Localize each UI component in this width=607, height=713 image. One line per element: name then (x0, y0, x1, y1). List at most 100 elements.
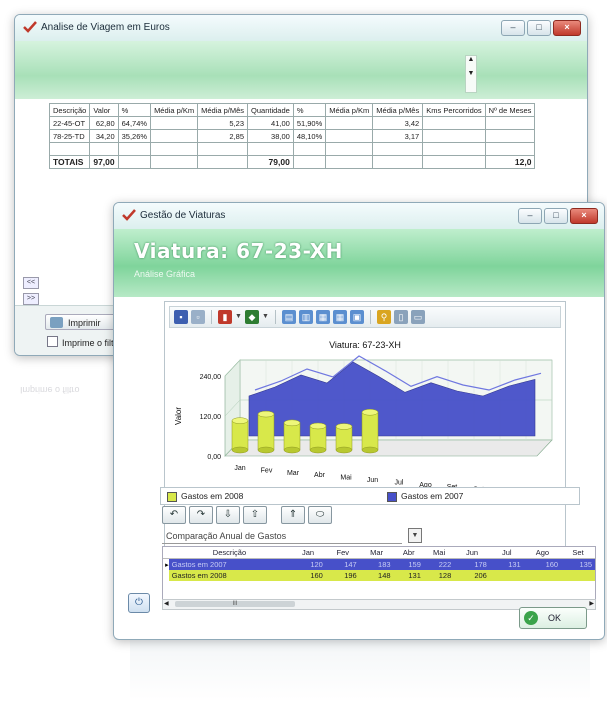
series-2008-cylinder-top (231, 417, 249, 424)
checkbox-box[interactable] (47, 336, 58, 347)
close-button[interactable]: × (570, 208, 598, 224)
table-icon[interactable]: ▦ (333, 310, 347, 324)
copy-icon[interactable]: ▫ (191, 310, 205, 324)
y-tick-label: 0,00 (207, 454, 221, 461)
table-cell: 48,10% (292, 129, 327, 143)
data-grid[interactable]: Descrição Jan Fev Mar Abr Mai Jun Jul Ago Set ▸ Ga… (162, 546, 596, 600)
chevron-down-icon[interactable]: ▼ (408, 528, 422, 543)
table-cell (48, 142, 91, 156)
refresh-button[interactable]: ⏻ (128, 593, 150, 613)
grid-column-header[interactable]: Jan (290, 547, 326, 559)
grid-icon[interactable]: ▦ (316, 310, 330, 324)
table-cell (150, 142, 199, 156)
window-title: Gestão de Viaturas (140, 210, 226, 221)
x-tick-label: Fev (261, 467, 273, 474)
checkmark-icon: ✓ (524, 611, 538, 625)
grid-column-header[interactable]: Abr (393, 547, 424, 559)
grid-cell: 160 (290, 570, 326, 581)
print-icon[interactable]: ▭ (411, 310, 425, 324)
grid-cell: 160 (523, 558, 562, 570)
page-setup-icon[interactable]: ▯ (394, 310, 408, 324)
scroll-thumb[interactable]: III (175, 601, 295, 607)
series-2008-cylinder-base (257, 446, 275, 454)
nav-prev-button[interactable]: << (23, 277, 39, 289)
grid-column-header[interactable]: Jul (489, 547, 524, 559)
close-button[interactable]: × (553, 20, 581, 36)
rotate-up-icon[interactable]: ⇧ (243, 506, 267, 524)
x-tick-label: Jun (367, 477, 378, 484)
column-header: Média p/Mês (372, 103, 424, 117)
save-icon[interactable]: ▪ (174, 310, 188, 324)
elevation-up-icon[interactable]: ⇑ (281, 506, 305, 524)
table-cell (117, 142, 152, 156)
table-cell (325, 129, 374, 143)
minimize-button[interactable]: – (501, 20, 525, 36)
legend-icon[interactable]: ▤ (282, 310, 296, 324)
series-2008-cylinder-top (361, 408, 379, 416)
chevron-down-icon[interactable]: ▼ (262, 310, 269, 324)
view-icon[interactable]: ▣ (350, 310, 364, 324)
palette-icon[interactable]: ◆ (245, 310, 259, 324)
table-row[interactable]: 78-25-TD 34,20 35,26% 2,85 38,00 48,10% 3,17 (48, 129, 536, 143)
table-cell: 64,74% (117, 116, 152, 130)
data-grid-table: Descrição Jan Fev Mar Abr Mai Jun Jul Ago Set ▸ Ga… (163, 547, 595, 581)
grid-row[interactable]: Gastos em 2008 160 196 148 131 128 206 (163, 570, 595, 581)
grid-cell: 159 (393, 558, 424, 570)
grid-column-header[interactable]: Mai (423, 547, 455, 559)
grid-column-header[interactable]: Jun (454, 547, 490, 559)
series-2008-cylinder (231, 420, 249, 451)
column-header: Valor (89, 103, 119, 117)
zoom-icon[interactable]: ⚲ (377, 310, 391, 324)
table-cell (484, 116, 536, 130)
rotate-right-icon[interactable]: ↷ (189, 506, 213, 524)
title-bar[interactable]: Analise de Viagem em Euros – □ × (15, 15, 587, 42)
column-header: Kms Percorridos (422, 103, 486, 117)
maximize-button[interactable]: □ (544, 208, 568, 224)
minimize-button[interactable]: – (518, 208, 542, 224)
vehicle-heading: Viatura: 67-23-XH (134, 239, 343, 263)
table-cell (325, 142, 374, 156)
table-row[interactable] (48, 142, 536, 156)
grid-column-header[interactable]: Mar (359, 547, 394, 559)
viagem-table: Descrição Valor% Média p/Km Média p/Mês Quan… (48, 103, 536, 169)
title-bar[interactable]: Gestão de Viaturas – □ × (114, 203, 604, 230)
series-2008-cylinder-top (309, 422, 327, 430)
totals-cell (325, 155, 374, 169)
ok-button[interactable]: ✓ OK (519, 607, 587, 629)
ok-label: OK (548, 613, 562, 623)
series-2008-cylinder (283, 422, 301, 451)
table-row[interactable]: 22-45-OT 62,80 64,74% 5,23 41,00 51,90% 3,42 (48, 116, 536, 130)
print-filter-checkbox[interactable]: Imprime o filtro (47, 336, 122, 348)
rotate-down-icon[interactable]: ⇩ (216, 506, 240, 524)
scroll-left-icon[interactable]: ◀ (164, 600, 169, 607)
axis-icon[interactable]: ▥ (299, 310, 313, 324)
series-2008-cylinder-base (231, 446, 249, 454)
y-tick-label: 120,00 (200, 414, 222, 421)
comparison-select[interactable]: Comparação Anual de Gastos ▼ (162, 528, 422, 544)
table-cell: 5,23 (197, 116, 249, 130)
mini-scrollbar[interactable]: ▲ ▼ (465, 55, 477, 93)
scroll-right-icon[interactable]: ▶ (589, 600, 594, 607)
column-header: Média p/Mês (197, 103, 249, 117)
grid-column-header[interactable]: Set (561, 547, 595, 559)
grid-column-header[interactable]: Descrição (168, 547, 291, 559)
nav-next-button[interactable]: >> (23, 293, 39, 305)
table-cell: 3,42 (372, 116, 424, 130)
y-axis-label: Valor (174, 407, 183, 425)
grid-column-header[interactable]: Ago (523, 547, 562, 559)
table-cell (484, 129, 536, 143)
grid-cell (561, 570, 595, 581)
app-check-icon (122, 209, 136, 221)
column-header: Média p/Km (325, 103, 374, 117)
grid-column-header[interactable]: Fev (325, 547, 360, 559)
maximize-button[interactable]: □ (527, 20, 551, 36)
reset-view-icon[interactable]: ⬭ (308, 506, 332, 524)
table-cell: 22-45-OT (48, 116, 91, 130)
rotate-left-icon[interactable]: ↶ (162, 506, 186, 524)
grid-row[interactable]: ▸ Gastos em 2007 120 147 183 159 222 178 131 160 1… (163, 558, 595, 570)
column-header: % (292, 103, 327, 117)
table-cell (197, 142, 249, 156)
chart-type-icon[interactable]: ▮ (218, 310, 232, 324)
chevron-down-icon[interactable]: ▼ (235, 310, 242, 324)
app-check-icon (23, 21, 37, 33)
